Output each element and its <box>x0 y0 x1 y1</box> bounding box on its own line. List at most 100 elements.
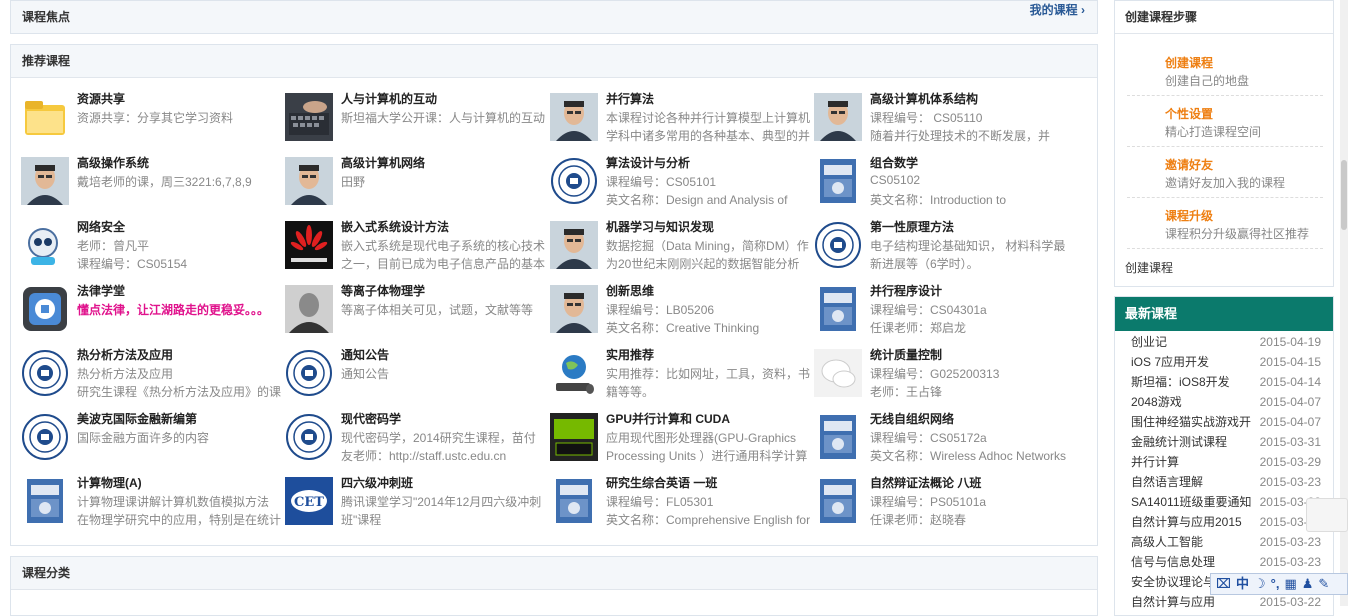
my-courses-link[interactable]: 我的课程 › <box>1030 1 1085 18</box>
bw-photo[interactable] <box>285 285 333 333</box>
course-title[interactable]: 高级操作系统 <box>77 154 149 171</box>
course-card[interactable]: 高级计算机体系结构 课程编号： CS05110 随着并行处理技术的不断发展，并 <box>814 85 1072 143</box>
course-title[interactable]: 现代密码学 <box>341 410 401 427</box>
create-course-link[interactable]: 创建课程 <box>1125 259 1173 276</box>
latest-course-name[interactable]: 创业记 <box>1131 332 1261 352</box>
course-title[interactable]: 并行程序设计 <box>870 282 942 299</box>
latest-course-name[interactable]: iOS 7应用开发 <box>1131 352 1261 372</box>
book-cover[interactable] <box>814 413 862 461</box>
course-card[interactable]: 美波克国际金融新编第 国际金融方面许多的内容 <box>21 405 279 463</box>
scrollbar-thumb[interactable] <box>1341 160 1347 230</box>
course-title[interactable]: 通知公告 <box>341 346 389 363</box>
chat-icon[interactable] <box>814 349 862 397</box>
course-title[interactable]: 创新思维 <box>606 282 654 299</box>
course-title[interactable]: 计算物理(A) <box>77 474 142 491</box>
course-card[interactable]: 算法设计与分析 课程编号：CS05101 英文名称：Design and Analy… <box>550 149 808 207</box>
step-title[interactable]: 个性设置 <box>1165 105 1213 122</box>
ustc-logo[interactable] <box>814 221 862 269</box>
course-title[interactable]: 无线自组织网络 <box>870 410 954 427</box>
step-item[interactable]: 创建课程 创建自己的地盘 <box>1127 45 1323 96</box>
course-card[interactable]: 统计质量控制 课程编号：G025200313 老师：王占锋 <box>814 341 1072 399</box>
course-title[interactable]: 热分析方法及应用 <box>77 346 173 363</box>
step-item[interactable]: 课程升级 课程积分升级赢得社区推荐 <box>1127 198 1323 249</box>
course-title[interactable]: 算法设计与分析 <box>606 154 690 171</box>
ime-language-toggle[interactable]: 中 <box>1236 574 1249 594</box>
ime-toolbar[interactable]: ⌧ 中 ☽ °, ▦ ♟ ✎ <box>1210 573 1348 595</box>
course-title[interactable]: 第一性原理方法 <box>870 218 954 235</box>
latest-course-row[interactable]: 自然计算与应用2015 2015-03-23 <box>1131 512 1327 532</box>
course-card[interactable]: 嵌入式系统设计方法 嵌入式系统是现代电子系统的核心技术 之一，目前已成为电子信息产品… <box>285 213 545 271</box>
floating-button[interactable] <box>1306 498 1348 532</box>
course-title[interactable]: 人与计算机的互动 <box>341 90 437 107</box>
step-title[interactable]: 创建课程 <box>1165 54 1213 71</box>
course-card[interactable]: 第一性原理方法 电子结构理论基础知识， 材料科学最 新进展等（6学时）。 <box>814 213 1072 271</box>
nvidia-logo[interactable] <box>550 413 598 461</box>
latest-course-row[interactable]: 高级人工智能 2015-03-23 <box>1131 532 1327 552</box>
teacher-photo[interactable] <box>550 221 598 269</box>
book-cover[interactable] <box>814 477 862 525</box>
latest-course-row[interactable]: 金融统计测试课程 2015-03-31 <box>1131 432 1327 452</box>
course-card[interactable]: 法律学堂 懂点法律，让江湖路走的更稳妥。。。 <box>21 277 279 335</box>
folder-icon[interactable] <box>21 93 69 141</box>
course-card[interactable]: 创新思维 课程编号：LB05206 英文名称：Creative Thinking <box>550 277 808 335</box>
course-title[interactable]: 统计质量控制 <box>870 346 942 363</box>
book-cover[interactable] <box>814 157 862 205</box>
latest-course-name[interactable]: 自然计算与应用 <box>1131 592 1261 612</box>
globe-icon[interactable] <box>550 349 598 397</box>
course-card[interactable]: 通知公告 通知公告 <box>285 341 543 399</box>
course-card[interactable]: 计算物理(A) 计算物理课讲解计算机数值模拟方法 在物理学研究中的应用，特别是在统计 <box>21 469 281 527</box>
course-title[interactable]: 高级计算机体系结构 <box>870 90 978 107</box>
latest-course-row[interactable]: 围住神经猫实战游戏开 2015-04-07 <box>1131 412 1327 432</box>
course-card[interactable]: GPU并行计算和 CUDA 应用现代图形处理器(GPU-Graphics Proce… <box>550 405 808 463</box>
course-title[interactable]: 实用推荐 <box>606 346 654 363</box>
course-card[interactable]: 资源共享 资源共享：分享其它学习资料 <box>21 85 279 143</box>
course-title[interactable]: 自然辩证法概论 八班 <box>870 474 981 491</box>
teacher-photo[interactable] <box>21 157 69 205</box>
step-title[interactable]: 邀请好友 <box>1165 156 1213 173</box>
latest-course-row[interactable]: 自然语言理解 2015-03-23 <box>1131 472 1327 492</box>
ustc-logo[interactable] <box>21 349 69 397</box>
latest-course-name[interactable]: 高级人工智能 <box>1131 532 1261 552</box>
course-card[interactable]: 现代密码学 现代密码学，2014研究生课程，苗付 友老师：http://staff.… <box>285 405 543 463</box>
course-title[interactable]: 网络安全 <box>77 218 125 235</box>
latest-course-row[interactable]: 2048游戏 2015-04-07 <box>1131 392 1327 412</box>
course-title[interactable]: 研究生综合英语 一班 <box>606 474 717 491</box>
ustc-logo[interactable] <box>285 413 333 461</box>
latest-course-row[interactable]: SA14011班级重要通知 2015-03-23 <box>1131 492 1327 512</box>
latest-course-name[interactable]: 自然计算与应用2015 <box>1131 512 1261 532</box>
robot-icon[interactable] <box>21 221 69 269</box>
course-title[interactable]: GPU并行计算和 CUDA <box>606 410 730 427</box>
huawei-logo[interactable] <box>285 221 333 269</box>
course-title[interactable]: 等离子体物理学 <box>341 282 425 299</box>
course-card[interactable]: 热分析方法及应用 热分析方法及应用 研究生课程《热分析方法及应用》的课 <box>21 341 281 399</box>
latest-course-row[interactable]: 自然计算与应用 2015-03-22 <box>1131 592 1327 612</box>
book-cover[interactable] <box>550 477 598 525</box>
latest-course-row[interactable]: 创业记 2015-04-19 <box>1131 332 1327 352</box>
course-card[interactable]: 高级计算机网络 田野 <box>285 149 543 207</box>
teacher-photo[interactable] <box>550 93 598 141</box>
course-title[interactable]: 四六级冲刺班 <box>341 474 413 491</box>
latest-course-name[interactable]: 并行计算 <box>1131 452 1261 472</box>
teacher-photo[interactable] <box>814 93 862 141</box>
course-title[interactable]: 并行算法 <box>606 90 654 107</box>
course-card[interactable]: 人与计算机的互动 斯坦福大学公开课：人与计算机的互动 <box>285 85 545 143</box>
course-title[interactable]: 机器学习与知识发现 <box>606 218 714 235</box>
teacher-photo[interactable] <box>285 157 333 205</box>
course-title[interactable]: 美波克国际金融新编第 <box>77 410 197 427</box>
teacher-photo[interactable] <box>550 285 598 333</box>
latest-course-row[interactable]: 并行计算 2015-03-29 <box>1131 452 1327 472</box>
cet-logo[interactable]: CET <box>285 477 333 525</box>
latest-course-name[interactable]: 信号与信息处理 <box>1131 552 1261 572</box>
course-title[interactable]: 高级计算机网络 <box>341 154 425 171</box>
latest-course-name[interactable]: 斯坦福：iOS8开发 <box>1131 372 1261 392</box>
course-card[interactable]: 等离子体物理学 等离子体相关可见，试题，文献等等 <box>285 277 543 335</box>
course-card[interactable]: 并行算法 本课程讨论各种并行计算模型上计算机 学科中诸多常用的各种基本、典型的并 <box>550 85 810 143</box>
latest-course-name[interactable]: 围住神经猫实战游戏开 <box>1131 412 1261 432</box>
course-title[interactable]: 资源共享 <box>77 90 125 107</box>
step-item[interactable]: 邀请好友 邀请好友加入我的课程 <box>1127 147 1323 198</box>
latest-course-row[interactable]: iOS 7应用开发 2015-04-15 <box>1131 352 1327 372</box>
latest-course-name[interactable]: SA14011班级重要通知 <box>1131 492 1261 512</box>
latest-course-name[interactable]: 2048游戏 <box>1131 392 1261 412</box>
law-icon[interactable] <box>21 285 69 333</box>
step-item[interactable]: 个性设置 精心打造课程空间 <box>1127 96 1323 147</box>
